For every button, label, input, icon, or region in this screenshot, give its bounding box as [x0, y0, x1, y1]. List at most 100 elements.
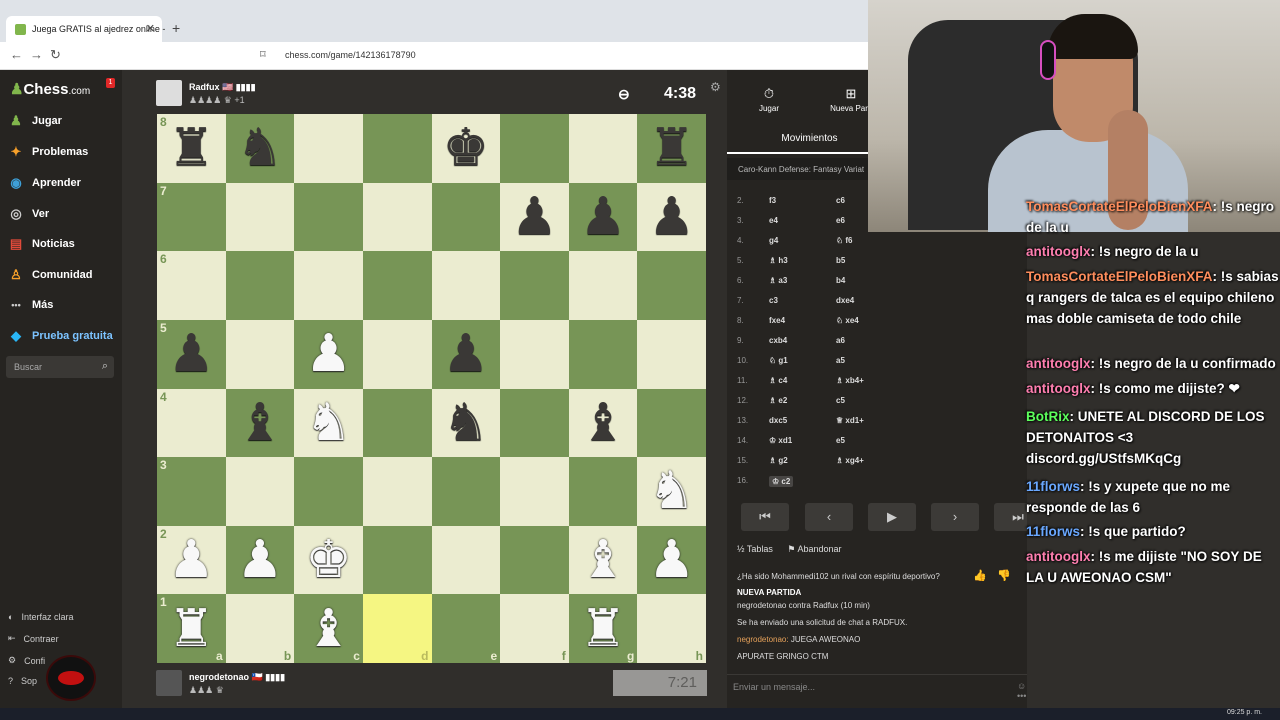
square-f7[interactable]: ♟ [500, 182, 569, 252]
square-b8[interactable]: ♞ [225, 114, 295, 183]
square-a8[interactable]: 8 ♜ [157, 114, 226, 183]
square-a3[interactable]: 3 [157, 457, 226, 526]
sidebar-item-jugar[interactable]: ♟ Jugar [8, 110, 62, 132]
square-e5[interactable]: ♟ [431, 319, 501, 389]
black-move[interactable]: a5 [836, 356, 845, 365]
player-name[interactable]: Radfux 🇺🇸 ▮▮▮▮ [189, 82, 256, 93]
prev-move-button[interactable]: ‹ [805, 503, 853, 531]
sidebar-item-comunidad[interactable]: ♙ Comunidad [8, 264, 92, 286]
square-h3[interactable]: ♞ [637, 457, 706, 526]
player-name[interactable]: negrodetonao 🇨🇱 ▮▮▮▮ [189, 672, 285, 683]
chess-board[interactable]: 8 ♜ ♞ ♚ ♜ 7 ♟ ♟ ♟ 6 5 ♟ ♟ ♟ 4 ♝ ♞ ♞ ♝ 3 ♞ 2 ♟ ♟ ♚ ♝ ♟ 1 a ♜ b c ♝ d e f g ♜ h [157, 114, 706, 663]
square-b1[interactable]: b [225, 594, 295, 663]
thumbs-up-icon[interactable]: 👍 [973, 569, 987, 582]
square-g2[interactable]: ♝ [568, 525, 638, 595]
square-f8[interactable] [500, 114, 569, 183]
square-h1[interactable]: h [637, 594, 706, 663]
square-c7[interactable] [294, 182, 363, 252]
square-h5[interactable] [637, 319, 706, 389]
square-c2[interactable]: ♚ [294, 525, 363, 595]
square-c4[interactable]: ♞ [294, 388, 363, 458]
square-g4[interactable]: ♝ [568, 388, 638, 458]
white-move[interactable]: e4 [769, 216, 778, 225]
black-move[interactable]: a6 [836, 336, 845, 345]
black-move[interactable]: e5 [836, 436, 845, 445]
square-a5[interactable]: 5 ♟ [157, 319, 226, 389]
square-c3[interactable] [294, 457, 363, 526]
square-d5[interactable] [362, 319, 432, 389]
square-d8[interactable] [362, 114, 432, 183]
settings-button[interactable]: ⚙ Confi [8, 655, 45, 666]
square-g5[interactable] [568, 319, 638, 389]
square-f2[interactable] [500, 525, 569, 595]
play-button[interactable]: ▶ [868, 503, 916, 531]
square-h2[interactable]: ♟ [637, 525, 706, 595]
square-f1[interactable]: f [500, 594, 569, 663]
white-move[interactable]: ♗ a3 [769, 276, 787, 285]
square-e7[interactable] [431, 182, 501, 252]
square-c6[interactable] [294, 251, 363, 320]
collapse-button[interactable]: ⇤ Contraer [8, 633, 59, 644]
square-d3[interactable] [362, 457, 432, 526]
black-bishop-icon[interactable]: ♝ [237, 397, 284, 449]
avatar[interactable] [156, 80, 182, 106]
square-e4[interactable]: ♞ [431, 388, 501, 458]
square-b7[interactable] [225, 182, 295, 252]
white-bishop-icon[interactable]: ♝ [305, 603, 352, 655]
chat-input[interactable]: Enviar un mensaje... ☺ ••• [727, 674, 1027, 701]
white-move[interactable]: g4 [769, 236, 778, 245]
white-move[interactable]: ♔ xd1 [769, 436, 792, 445]
black-move[interactable]: e6 [836, 216, 845, 225]
square-h7[interactable]: ♟ [637, 182, 706, 252]
white-king-icon[interactable]: ♚ [305, 534, 352, 586]
square-a7[interactable]: 7 [157, 182, 226, 252]
square-g8[interactable] [568, 114, 638, 183]
square-e8[interactable]: ♚ [431, 114, 501, 183]
square-b3[interactable] [225, 457, 295, 526]
black-rook-icon[interactable]: ♜ [168, 122, 215, 174]
white-move[interactable]: ♗ h3 [769, 256, 788, 265]
white-move[interactable]: ♔ c2 [769, 476, 794, 487]
black-move[interactable]: ♗ xb4+ [836, 376, 864, 385]
white-move[interactable]: ♘ g1 [769, 356, 788, 365]
search-input[interactable]: Buscar ⌕ [6, 356, 114, 378]
white-move[interactable]: f3 [769, 196, 776, 205]
square-a4[interactable]: 4 [157, 388, 226, 458]
square-g6[interactable] [568, 251, 638, 320]
square-d2[interactable] [362, 525, 432, 595]
black-rook-icon[interactable]: ♜ [648, 122, 695, 174]
white-move[interactable]: dxc5 [769, 416, 787, 425]
reload-icon[interactable]: ↻ [50, 47, 61, 63]
square-f4[interactable] [500, 388, 569, 458]
sidebar-item-mas[interactable]: ••• Más [8, 294, 53, 316]
sidebar-item-aprender[interactable]: ◉ Aprender [8, 172, 81, 194]
square-b5[interactable] [225, 319, 295, 389]
black-knight-icon[interactable]: ♞ [443, 397, 490, 449]
white-move[interactable]: cxb4 [769, 336, 787, 345]
white-move[interactable]: fxe4 [769, 316, 785, 325]
browser-tab[interactable]: Juega GRATIS al ajedrez online - ✕ [6, 16, 165, 42]
square-f3[interactable] [500, 457, 569, 526]
next-move-button[interactable]: › [931, 503, 979, 531]
black-pawn-icon[interactable]: ♟ [511, 191, 558, 243]
light-theme-toggle[interactable]: ◐ Interfaz clara [8, 612, 73, 622]
black-pawn-icon[interactable]: ♟ [648, 191, 695, 243]
draw-button[interactable]: ½ Tablas [737, 544, 773, 554]
square-a2[interactable]: 2 ♟ [157, 525, 226, 595]
black-move[interactable]: c6 [836, 196, 845, 205]
thumbs-down-icon[interactable]: 👎 [997, 569, 1011, 582]
square-g3[interactable] [568, 457, 638, 526]
url-field[interactable]: chess.com/game/142136178790 [285, 50, 416, 60]
white-move[interactable]: ♗ g2 [769, 456, 788, 465]
black-move[interactable]: ♕ xd1+ [836, 416, 864, 425]
square-f6[interactable] [500, 251, 569, 320]
sidebar-item-noticias[interactable]: ▤ Noticias [8, 233, 75, 255]
forward-icon[interactable]: → [30, 47, 43, 62]
bookmark-icon[interactable]: ⌑ [260, 48, 266, 61]
white-pawn-icon[interactable]: ♟ [648, 534, 695, 586]
square-b4[interactable]: ♝ [225, 388, 295, 458]
black-pawn-icon[interactable]: ♟ [443, 328, 490, 380]
square-c1[interactable]: c ♝ [294, 594, 363, 663]
close-tab-icon[interactable]: ✕ [146, 22, 155, 35]
square-d1[interactable]: d [362, 594, 432, 663]
